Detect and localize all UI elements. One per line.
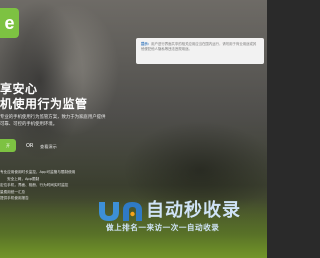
brand-logo-glyph: e (4, 12, 15, 33)
or-separator: OR (26, 143, 34, 149)
hero-description-line-1: 专业的手机使用行为监管方案，致力于为家庭用户提供 (0, 115, 106, 120)
notice-text: 用户进行界面共享的相关应用应当在国内运行，请勿用于商业用途或其他侵犯他人隐私等违… (141, 42, 257, 51)
notice-banner: 提示：用户进行界面共享的相关应用应当在国内运行，请勿用于商业用途或其他侵犯他人隐… (136, 38, 264, 64)
secondary-link[interactable]: 查看演示 (40, 144, 57, 150)
watermark: 自动秒收录 做上排名一来访一次一自动收录 (96, 196, 251, 236)
hero-description-line-2: 可靠、可控的手机使用环境。 (0, 122, 58, 127)
notice-label: 提示： (141, 42, 152, 46)
primary-cta-button[interactable]: 开 (0, 139, 16, 152)
brand-logo[interactable]: e (0, 8, 19, 38)
watermark-slogan: 做上排名一来访一次一自动收录 (106, 223, 220, 232)
watermark-name: 自动秒收录 (146, 200, 241, 221)
hero-title-line-2: 机使用行为监管 (0, 97, 88, 111)
watermark-logo-icon (99, 202, 142, 221)
